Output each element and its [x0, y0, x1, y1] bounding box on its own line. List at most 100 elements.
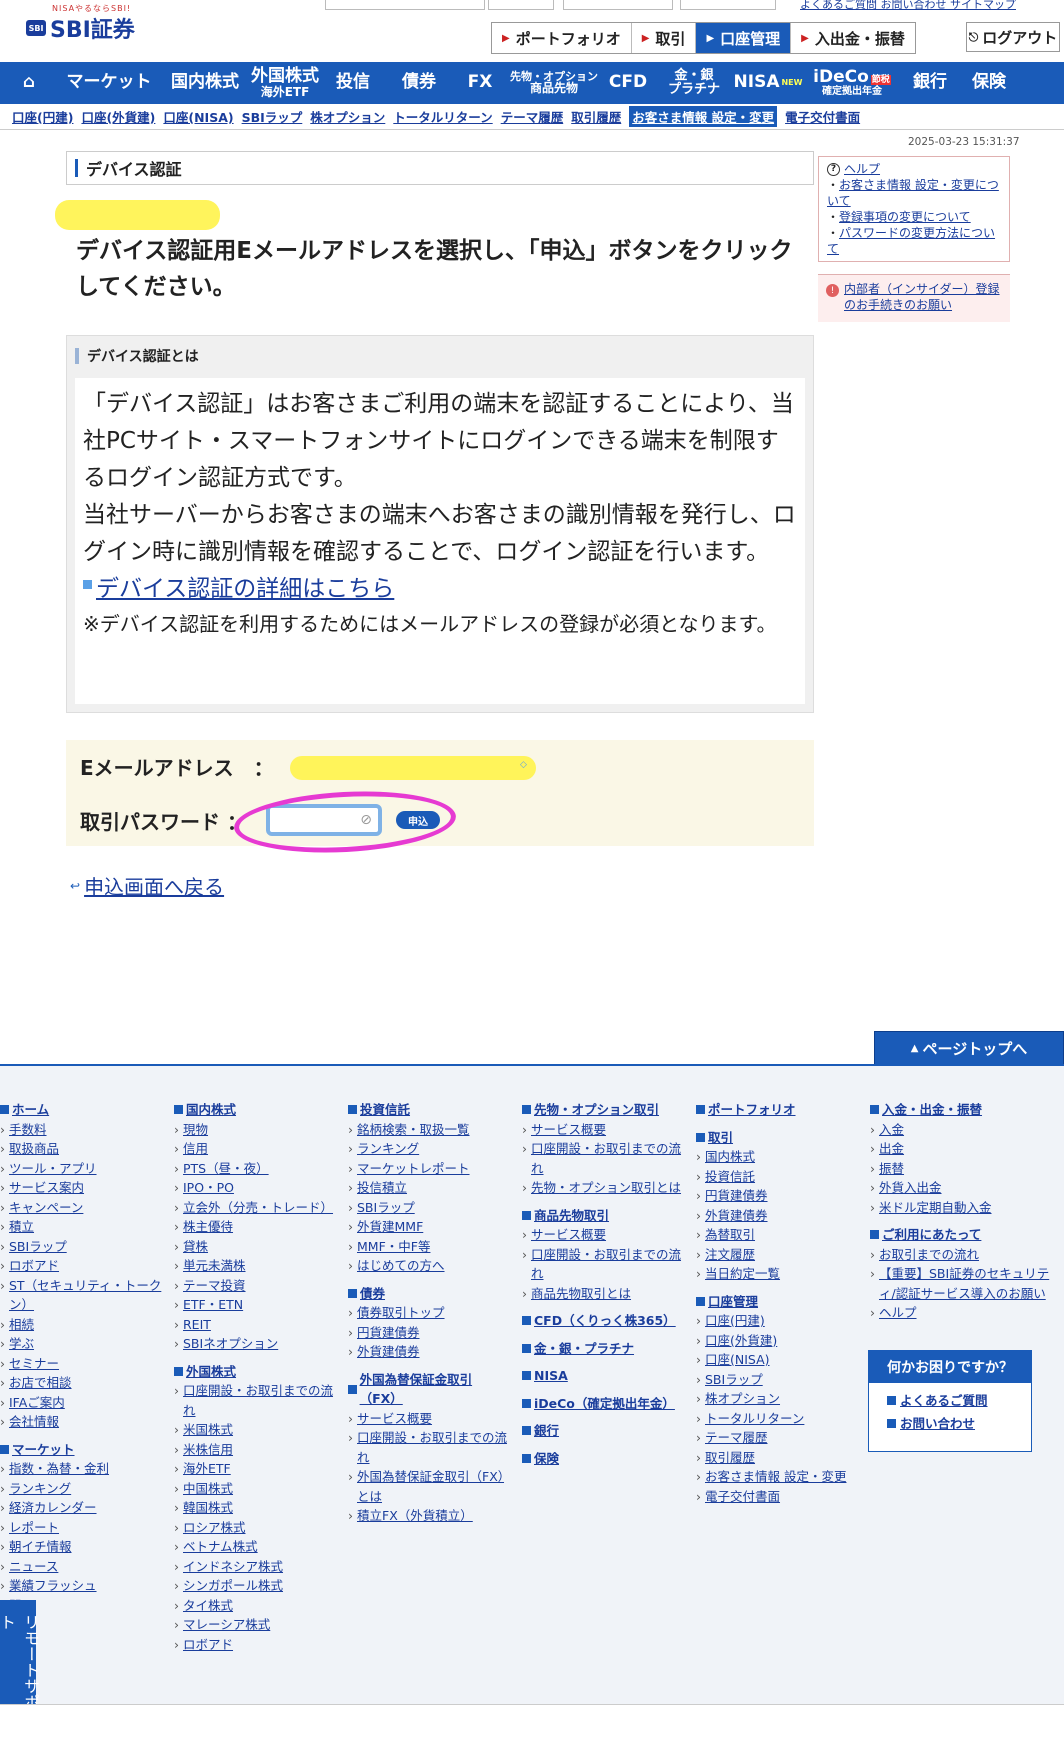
footer-link[interactable]: 口座(NISA)	[696, 1350, 856, 1370]
subnav-stock-option[interactable]: 株オプション	[310, 107, 385, 126]
footer-link[interactable]: サービス概要	[522, 1120, 682, 1140]
footer-heading[interactable]: 銀行	[522, 1421, 682, 1441]
footer-link[interactable]: 国内株式	[696, 1147, 856, 1167]
footer-heading[interactable]: 債券	[348, 1284, 508, 1304]
footer-link[interactable]: マレーシア株式	[174, 1615, 334, 1635]
site-search-button[interactable]	[680, 0, 776, 10]
footer-heading[interactable]: 外国為替保証金取引（FX）	[348, 1370, 508, 1409]
footer-link[interactable]: 口座(外貨建)	[696, 1331, 856, 1351]
nav-market[interactable]: マーケット	[58, 62, 160, 104]
footer-link[interactable]: ロボアド	[0, 1256, 162, 1276]
footer-link[interactable]: ロボアド	[174, 1635, 334, 1655]
footer-heading[interactable]: ホーム	[0, 1100, 162, 1120]
footer-link[interactable]: 外貨建債券	[348, 1342, 508, 1362]
nav-nisa[interactable]: NISA NEW	[732, 62, 804, 104]
footer-link[interactable]: テーマ投資	[174, 1276, 334, 1296]
footer-link[interactable]: 相続	[0, 1315, 162, 1335]
footer-link[interactable]: MMF・中F等	[348, 1237, 508, 1257]
subnav-total-return[interactable]: トータルリターン	[393, 107, 492, 126]
footer-link[interactable]: 株主優待	[174, 1217, 334, 1237]
footer-link[interactable]: 注文履歴	[696, 1245, 856, 1265]
footer-link[interactable]: 先物・オプション取引とは	[522, 1178, 682, 1198]
footer-link[interactable]: サービス概要	[348, 1409, 508, 1429]
nav-domestic-stocks[interactable]: 国内株式	[160, 62, 250, 104]
footer-link[interactable]: 経済カレンダー	[0, 1498, 162, 1518]
sidebar-link-password[interactable]: パスワードの変更方法について	[827, 226, 995, 256]
footer-link[interactable]: SBIラップ	[348, 1198, 508, 1218]
footer-link[interactable]: 商品先物取引とは	[522, 1284, 682, 1304]
footer-link[interactable]: 円貨建債券	[348, 1323, 508, 1343]
footer-link[interactable]: REIT	[174, 1315, 334, 1335]
device-auth-details-link[interactable]: デバイス認証の詳細はこちら	[96, 571, 394, 608]
footer-link[interactable]: テーマ履歴	[696, 1428, 856, 1448]
footer-link[interactable]: 電子交付書面	[696, 1487, 856, 1507]
footer-link[interactable]: 投資信託	[696, 1167, 856, 1187]
footer-heading[interactable]: 口座管理	[696, 1292, 856, 1312]
subnav-jpy-account[interactable]: 口座(円建)	[12, 107, 73, 126]
footer-link[interactable]: ヘルプ	[870, 1303, 1056, 1323]
footer-link[interactable]: 現物	[174, 1120, 334, 1140]
footer-heading[interactable]: 先物・オプション取引	[522, 1100, 682, 1120]
contact-link[interactable]: お問い合わせ	[900, 1416, 975, 1431]
stock-search-button[interactable]	[488, 0, 554, 10]
footer-link[interactable]: PTS（昼・夜）	[174, 1159, 334, 1179]
footer-link[interactable]: はじめての方へ	[348, 1256, 508, 1276]
footer-link[interactable]: 貸株	[174, 1237, 334, 1257]
footer-link[interactable]: 米株信用	[174, 1440, 334, 1460]
footer-link[interactable]: 外国為替保証金取引（FX）とは	[348, 1467, 508, 1506]
tab-account-management[interactable]: ▶ 口座管理	[696, 23, 792, 53]
footer-link[interactable]: 株オプション	[696, 1389, 856, 1409]
footer-link[interactable]: ロシア株式	[174, 1518, 334, 1538]
footer-link[interactable]: お取引までの流れ	[870, 1245, 1056, 1265]
footer-link[interactable]: 朝イチ情報	[0, 1537, 162, 1557]
footer-link[interactable]: 外貨建債券	[696, 1206, 856, 1226]
footer-link[interactable]: 会社情報	[0, 1412, 162, 1432]
search-field[interactable]	[563, 0, 673, 10]
footer-link[interactable]: IFAご案内	[0, 1393, 162, 1413]
footer-link[interactable]: 債券取引トップ	[348, 1303, 508, 1323]
subnav-trade-history[interactable]: 取引履歴	[571, 107, 621, 126]
footer-link[interactable]: 立会外（分売・トレード）	[174, 1198, 334, 1218]
footer-link[interactable]: マーケットレポート	[348, 1159, 508, 1179]
footer-link[interactable]: 当日約定一覧	[696, 1264, 856, 1284]
nav-funds[interactable]: 投信	[320, 62, 386, 104]
footer-link[interactable]: シンガポール株式	[174, 1576, 334, 1596]
sidebar-link-registration[interactable]: 登録事項の変更について	[839, 210, 971, 224]
footer-link[interactable]: SBIラップ	[0, 1237, 162, 1257]
footer-link[interactable]: インドネシア株式	[174, 1557, 334, 1577]
subnav-nisa-account[interactable]: 口座(NISA)	[163, 107, 233, 126]
footer-link[interactable]: 学ぶ	[0, 1334, 162, 1354]
footer-link[interactable]: お客さま情報 設定・変更	[696, 1467, 856, 1487]
footer-link[interactable]: 指数・為替・金利	[0, 1459, 162, 1479]
footer-link[interactable]: 積立	[0, 1217, 162, 1237]
nav-ideco[interactable]: iDeCo 節税 確定拠出年金	[804, 62, 900, 104]
footer-link[interactable]: 投信積立	[348, 1178, 508, 1198]
footer-link[interactable]: 口座開設・お取引までの流れ	[522, 1245, 682, 1284]
nav-bonds[interactable]: 債券	[386, 62, 452, 104]
footer-link[interactable]: セミナー	[0, 1354, 162, 1374]
insider-link[interactable]: 内部者（インサイダー）登録のお手続きのお願い	[844, 282, 1000, 312]
footer-link[interactable]: 手数料	[0, 1120, 162, 1140]
footer-heading[interactable]: マーケット	[0, 1440, 162, 1460]
footer-heading[interactable]: 国内株式	[174, 1100, 334, 1120]
footer-link[interactable]: 取扱商品	[0, 1139, 162, 1159]
footer-link[interactable]: ツール・アプリ	[0, 1159, 162, 1179]
sbi-logo[interactable]: SBI SBI証券	[26, 12, 135, 44]
footer-link[interactable]: ランキング	[0, 1479, 162, 1499]
footer-link[interactable]: 入金	[870, 1120, 1056, 1140]
footer-link[interactable]: トータルリターン	[696, 1409, 856, 1429]
footer-link[interactable]: レポート	[0, 1518, 162, 1538]
footer-heading[interactable]: 金・銀・プラチナ	[522, 1339, 682, 1359]
footer-link[interactable]: 信用	[174, 1139, 334, 1159]
footer-link[interactable]: お店で相談	[0, 1373, 162, 1393]
subnav-e-documents[interactable]: 電子交付書面	[785, 107, 860, 126]
footer-link[interactable]: サービス概要	[522, 1225, 682, 1245]
footer-link[interactable]: 積立FX（外貨積立）	[348, 1506, 508, 1526]
footer-link[interactable]: 韓国株式	[174, 1498, 334, 1518]
stock-search-input[interactable]	[325, 0, 485, 10]
email-select[interactable]	[290, 756, 536, 780]
footer-link[interactable]: 振替	[870, 1159, 1056, 1179]
footer-link[interactable]: 為替取引	[696, 1225, 856, 1245]
footer-link[interactable]: 【重要】SBI証券のセキュリティ/認証サービス導入のお願い	[870, 1264, 1056, 1303]
footer-heading[interactable]: CFD（くりっく株365）	[522, 1311, 682, 1331]
